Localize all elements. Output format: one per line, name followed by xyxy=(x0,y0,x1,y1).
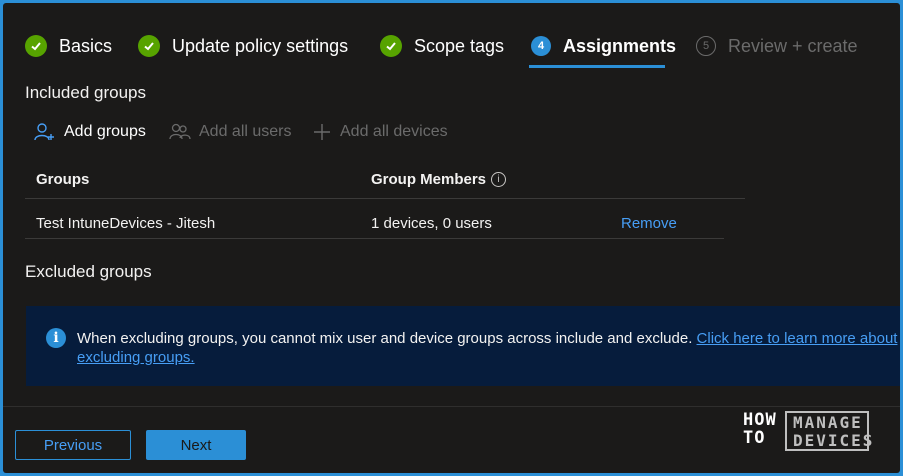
add-all-devices-button: Add all devices xyxy=(312,122,448,142)
column-header-label: Group Members xyxy=(371,171,487,188)
logo-manage-devices: MANAGE DEVICES xyxy=(793,414,874,450)
people-icon xyxy=(169,123,191,140)
next-button[interactable]: Next xyxy=(146,430,246,460)
add-groups-label: Add groups xyxy=(64,123,146,140)
check-circle-icon xyxy=(138,35,160,57)
logo-line-devices: DEVICES xyxy=(793,431,875,450)
step-label: Basics xyxy=(59,35,113,56)
logo-line-manage: MANAGE xyxy=(793,413,863,432)
info-message: When excluding groups, you cannot mix us… xyxy=(77,330,693,347)
step-assignments[interactable]: 4 Assignments xyxy=(531,31,676,61)
step-label: Scope tags xyxy=(414,35,505,56)
step-update-policy-settings[interactable]: Update policy settings xyxy=(138,31,348,61)
logo-line-how: HOW xyxy=(743,410,777,430)
active-step-underline xyxy=(529,65,665,68)
step-label: Assignments xyxy=(563,35,677,56)
step-basics[interactable]: Basics xyxy=(25,31,112,61)
add-all-users-label: Add all users xyxy=(199,123,292,140)
add-all-devices-label: Add all devices xyxy=(340,123,448,140)
footer-divider xyxy=(3,406,900,407)
check-circle-icon xyxy=(25,35,47,57)
howtomanagedevices-logo: HOW TO MANAGE DEVICES xyxy=(743,409,873,455)
assignment-wizard-panel: Basics Update policy settings Scope tags… xyxy=(3,3,900,473)
add-person-icon xyxy=(34,123,54,141)
previous-button[interactable]: Previous xyxy=(15,430,131,460)
info-banner: i When excluding groups, you cannot mix … xyxy=(26,306,900,386)
table-row-divider xyxy=(25,238,724,239)
column-header-group-members[interactable]: Group Members i xyxy=(371,171,507,188)
step-label: Review + create xyxy=(728,35,858,56)
column-header-groups[interactable]: Groups xyxy=(36,171,89,188)
step-review-create: 5 Review + create xyxy=(696,31,858,61)
step-number-badge: 5 xyxy=(696,36,716,56)
step-label: Update policy settings xyxy=(172,35,349,56)
group-members-cell: 1 devices, 0 users xyxy=(371,215,492,232)
add-all-users-button: Add all users xyxy=(169,122,292,142)
info-icon: i xyxy=(46,328,66,348)
step-number-badge: 4 xyxy=(531,36,551,56)
table-header-divider xyxy=(25,198,745,199)
logo-line-to: TO xyxy=(743,428,766,448)
check-circle-icon xyxy=(380,35,402,57)
info-icon[interactable]: i xyxy=(491,172,507,187)
remove-link[interactable]: Remove xyxy=(621,215,677,232)
included-groups-title: Included groups xyxy=(25,83,146,102)
info-banner-text: When excluding groups, you cannot mix us… xyxy=(77,329,900,367)
logo-box: MANAGE DEVICES xyxy=(785,411,872,451)
add-groups-button[interactable]: Add groups xyxy=(34,122,146,142)
group-name-cell: Test IntuneDevices - Jitesh xyxy=(36,215,216,232)
excluded-groups-title: Excluded groups xyxy=(25,262,152,281)
step-scope-tags[interactable]: Scope tags xyxy=(380,31,504,61)
plus-icon xyxy=(314,124,330,140)
logo-how-to: HOW TO xyxy=(743,411,777,447)
